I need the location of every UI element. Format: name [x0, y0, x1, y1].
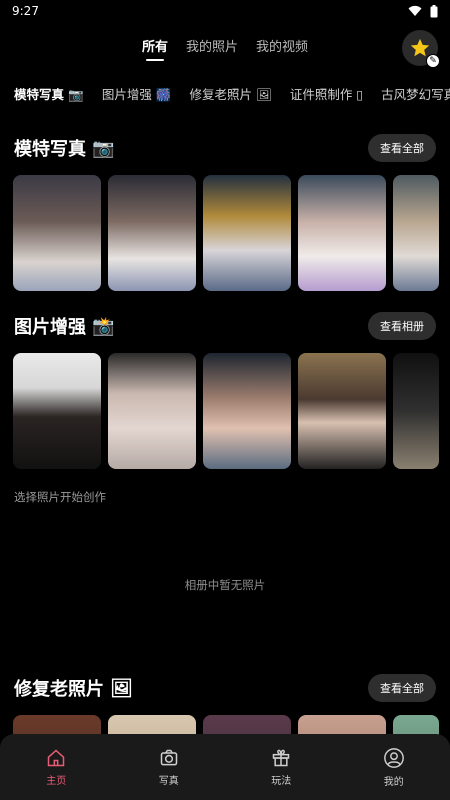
cat-tab-restore[interactable]: 修复老照片 🖼 [189, 84, 271, 103]
gift-icon [273, 749, 290, 766]
model-thumb[interactable] [13, 175, 101, 291]
section-restore-header: 修复老照片 🖼 查看全部 [14, 674, 436, 702]
wifi-icon [408, 5, 422, 16]
picture-emoji-icon: 🖼 [110, 677, 133, 699]
battery-icon [430, 4, 438, 17]
enhance-thumb[interactable] [13, 353, 101, 469]
camera-flash-emoji-icon: 📸 [92, 315, 115, 337]
enhance-thumb[interactable] [298, 353, 386, 469]
status-bar: 9:27 [0, 0, 450, 22]
view-album-button[interactable]: 查看相册 [368, 312, 436, 340]
camera-emoji-icon: 📷 [92, 137, 115, 159]
nav-play[interactable]: 玩法 [251, 748, 311, 787]
enhance-thumb[interactable] [203, 353, 291, 469]
cat-tab-enhance[interactable]: 图片增强 🎆 [102, 84, 172, 103]
category-tabs: 模特写真 📷 图片增强 🎆 修复老照片 🖼 证件照制作 ▯ 古风梦幻写真 [14, 84, 450, 103]
favorites-button[interactable]: ✎ [402, 30, 440, 68]
status-icons [408, 4, 438, 18]
model-thumb[interactable] [393, 175, 439, 291]
nav-portrait-label: 写真 [158, 775, 179, 787]
enhance-thumb[interactable] [108, 353, 196, 469]
nav-home[interactable]: 主页 [26, 748, 86, 787]
model-thumb[interactable] [203, 175, 291, 291]
model-thumb[interactable] [108, 175, 196, 291]
section-restore-title: 修复老照片 [14, 679, 104, 700]
nav-profile-label: 我的 [383, 776, 404, 788]
cat-tab-ancient[interactable]: 古风梦幻写真 [381, 84, 450, 103]
nav-portrait[interactable]: 写真 [139, 748, 199, 787]
bottom-nav: 主页 写真 玩法 我的 [0, 734, 450, 800]
empty-album-text: 相册中暂无照片 [184, 578, 266, 592]
section-model-header: 模特写真 📷 查看全部 [14, 134, 436, 162]
tab-all[interactable]: 所有 [142, 36, 168, 61]
home-icon [48, 748, 65, 766]
view-all-button[interactable]: 查看全部 [368, 134, 436, 162]
section-model-title: 模特写真 [14, 139, 86, 160]
top-tabs: 所有 我的照片 我的视频 [0, 36, 450, 61]
nav-profile[interactable]: 我的 [364, 747, 424, 788]
section-title: 图片增强 📸 [14, 313, 114, 339]
nav-home-label: 主页 [46, 775, 67, 787]
tab-my-videos[interactable]: 我的视频 [256, 36, 308, 61]
enhance-thumb[interactable] [393, 353, 439, 469]
section-title: 模特写真 📷 [14, 135, 114, 161]
model-thumb-row [13, 175, 439, 291]
section-enhance-header: 图片增强 📸 查看相册 [14, 312, 436, 340]
camera-icon [160, 749, 177, 765]
enhance-thumb-row [13, 353, 439, 469]
user-icon [383, 747, 404, 768]
section-title: 修复老照片 🖼 [14, 675, 133, 701]
section-enhance-title: 图片增强 [14, 317, 86, 338]
cat-tab-model[interactable]: 模特写真 📷 [14, 84, 84, 103]
tab-my-photos[interactable]: 我的照片 [186, 36, 238, 61]
view-all-button[interactable]: 查看全部 [368, 674, 436, 702]
model-thumb[interactable] [298, 175, 386, 291]
hint-text: 选择照片开始创作 [14, 490, 106, 504]
nav-play-label: 玩法 [271, 775, 292, 787]
cat-tab-id-photo[interactable]: 证件照制作 ▯ [290, 84, 363, 103]
status-time: 9:27 [12, 4, 39, 18]
edit-icon: ✎ [426, 54, 440, 68]
